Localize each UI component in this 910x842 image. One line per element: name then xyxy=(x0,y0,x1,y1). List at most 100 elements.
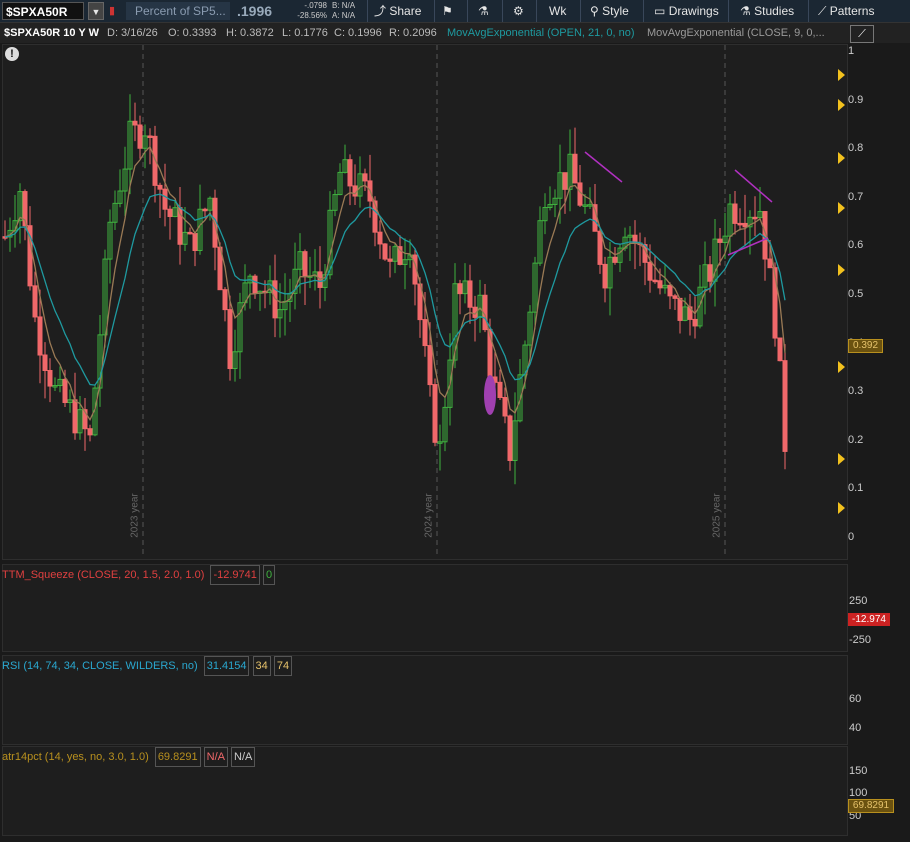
candle-body xyxy=(602,263,608,289)
atr-current-label: 69.8291 xyxy=(848,799,894,813)
price-tick-label: 0.1 xyxy=(848,482,864,495)
candle-body xyxy=(37,316,43,356)
candle-body xyxy=(572,153,578,184)
candle-body xyxy=(132,120,138,126)
atr-tick-100: 100 xyxy=(849,787,868,799)
atr-tick-150: 150 xyxy=(849,765,868,777)
candle-body xyxy=(47,369,53,387)
ema-fast-line xyxy=(4,145,786,422)
candle-body xyxy=(387,258,393,262)
rsi-upper: 74 xyxy=(273,656,293,676)
year-label: 2023 year xyxy=(129,493,141,538)
candle-body xyxy=(782,360,788,452)
candle-body xyxy=(677,297,683,321)
year-label: 2025 year xyxy=(711,493,723,538)
trendline xyxy=(727,237,769,256)
ttm-title: TTM_Squeeze (CLOSE, 20, 1.5, 2.0, 1.0) -… xyxy=(2,565,276,585)
price-tick-label: 1 xyxy=(848,45,855,57)
candle-body xyxy=(362,173,368,182)
candle-body xyxy=(737,222,743,226)
candle-body xyxy=(467,280,473,308)
arrow-marker xyxy=(838,502,845,514)
candle-body xyxy=(347,159,353,187)
candle-body xyxy=(62,378,68,404)
arrow-markers xyxy=(838,69,845,514)
candle-body xyxy=(187,231,193,235)
candle-body xyxy=(162,188,168,210)
atr-value: 69.8291 xyxy=(154,747,201,767)
ttm-tick-lower: -250 xyxy=(849,634,872,646)
candle-body xyxy=(717,238,723,243)
price-tick-label: 0.6 xyxy=(848,239,864,252)
candle-body xyxy=(147,135,153,138)
candle-body xyxy=(157,184,163,190)
candle-body xyxy=(382,243,388,260)
candle-body xyxy=(692,318,698,327)
candle-body xyxy=(87,428,93,436)
candle-body xyxy=(137,124,143,149)
candle-body xyxy=(777,337,783,362)
candle-body xyxy=(377,231,383,245)
rsi-name: RSI (14, 74, 34, CLOSE, WILDERS, no) xyxy=(2,660,198,672)
ellipse-marker xyxy=(484,375,496,415)
candle-body xyxy=(752,216,758,220)
candle-body xyxy=(302,251,308,278)
candle-body xyxy=(222,289,228,311)
ttm-name: TTM_Squeeze (CLOSE, 20, 1.5, 2.0, 1.0) xyxy=(2,569,205,581)
rsi-lower: 34 xyxy=(252,656,271,676)
candle-body xyxy=(652,279,658,283)
ttm-value2: 0 xyxy=(262,565,276,585)
arrow-marker xyxy=(838,99,845,111)
price-tick-label: 0.2 xyxy=(848,433,864,446)
candle-body xyxy=(32,285,38,318)
ttm-current-label: -12.974 xyxy=(848,613,890,626)
candle-body xyxy=(167,208,173,217)
trendlines xyxy=(484,151,773,415)
atr-na2: N/A xyxy=(231,747,256,767)
candle-body xyxy=(732,203,738,224)
ttm-value: -12.9741 xyxy=(210,565,260,585)
candle-body xyxy=(202,208,208,212)
year-label: 2024 year xyxy=(423,493,435,538)
atr-na1: N/A xyxy=(203,747,228,767)
price-tick-label: 0 xyxy=(848,531,855,543)
candle-body xyxy=(192,233,198,252)
candle-body xyxy=(767,258,773,269)
trendline xyxy=(734,169,773,203)
price-tick-label: 0.8 xyxy=(848,142,864,155)
candle-body xyxy=(562,172,568,190)
candle-body xyxy=(432,384,438,443)
price-tick-label: 0.5 xyxy=(848,288,864,300)
price-tick-label: 0.9 xyxy=(848,93,864,106)
moving-averages xyxy=(4,145,786,422)
price-tick-label: 0.3 xyxy=(848,385,864,398)
candle-body xyxy=(227,309,233,370)
rsi-tick-40: 40 xyxy=(849,722,862,734)
candle-body xyxy=(457,283,463,295)
arrow-marker xyxy=(838,69,845,81)
candle-body xyxy=(252,275,258,294)
arrow-marker xyxy=(838,264,845,276)
price-tick-label: 0.7 xyxy=(848,190,864,203)
arrow-marker xyxy=(838,453,845,465)
candle-body xyxy=(507,415,513,461)
atr-name: atr14pct (14, yes, no, 3.0, 1.0) xyxy=(2,751,149,763)
candle-body xyxy=(72,399,78,434)
candle-body xyxy=(742,222,748,228)
candle-body xyxy=(647,261,653,281)
arrow-marker xyxy=(838,361,845,373)
rsi-value: 31.4154 xyxy=(203,656,250,676)
arrow-marker xyxy=(838,202,845,214)
arrow-marker xyxy=(838,152,845,164)
candle-body xyxy=(422,319,428,347)
candle-body xyxy=(667,284,673,297)
candle-body xyxy=(612,256,618,263)
candle-body xyxy=(502,396,508,417)
candles xyxy=(2,94,788,485)
ttm-tick-upper: 250 xyxy=(849,595,868,607)
candle-body xyxy=(42,354,48,371)
rsi-tick-60: 60 xyxy=(849,693,862,705)
candle-body xyxy=(672,295,678,299)
candle-body xyxy=(427,345,433,386)
candle-body xyxy=(497,381,503,398)
